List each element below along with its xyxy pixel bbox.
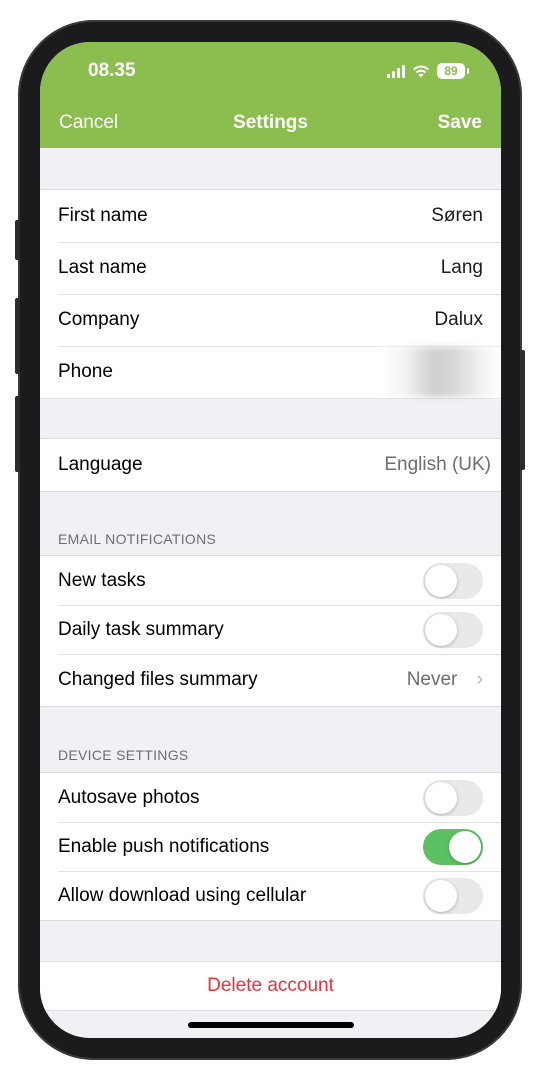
- cellular-download-label: Allow download using cellular: [58, 884, 307, 906]
- changed-files-label: Changed files summary: [58, 669, 258, 690]
- cellular-signal-icon: [387, 64, 405, 78]
- autosave-toggle[interactable]: [423, 779, 483, 816]
- toggle-knob: [425, 564, 457, 597]
- status-icons: 89: [387, 62, 469, 80]
- changed-files-row[interactable]: Changed files summary Never ›: [40, 654, 501, 706]
- phone-value-redacted: [381, 347, 501, 397]
- power-button: [520, 350, 525, 470]
- company-row[interactable]: Company Dalux: [40, 294, 501, 346]
- profile-group: First name Søren Last name Lang Company …: [40, 189, 501, 399]
- status-time: 08.35: [88, 60, 136, 81]
- toggle-knob: [449, 830, 481, 863]
- chevron-right-icon: ›: [476, 669, 483, 690]
- new-tasks-label: New tasks: [58, 569, 146, 591]
- device-settings-header: DEVICE SETTINGS: [58, 747, 189, 763]
- daily-summary-row: Daily task summary: [40, 605, 501, 654]
- daily-summary-label: Daily task summary: [58, 618, 224, 640]
- cellular-download-row: Allow download using cellular: [40, 871, 501, 920]
- battery-icon: 89: [437, 63, 469, 79]
- last-name-value: Lang: [440, 257, 483, 278]
- device-settings-group: Autosave photos Enable push notification…: [40, 772, 501, 921]
- volume-up-button: [15, 298, 20, 374]
- language-group: Language English (UK): [40, 438, 501, 492]
- push-notifications-row: Enable push notifications: [40, 822, 501, 871]
- language-row[interactable]: Language English (UK): [40, 439, 501, 491]
- company-value: Dalux: [434, 309, 483, 330]
- phone-row[interactable]: Phone: [40, 346, 501, 398]
- language-label: Language: [58, 454, 143, 475]
- wifi-icon: [413, 65, 429, 78]
- screen: 08.35 89 Cancel Settings Save First name…: [40, 42, 501, 1038]
- volume-down-button: [15, 396, 20, 472]
- last-name-row[interactable]: Last name Lang: [40, 242, 501, 294]
- email-notifications-header: EMAIL NOTIFICATIONS: [58, 531, 217, 547]
- save-button[interactable]: Save: [438, 112, 482, 134]
- new-tasks-toggle[interactable]: [423, 562, 483, 599]
- company-label: Company: [58, 309, 140, 330]
- push-notifications-label: Enable push notifications: [58, 835, 270, 857]
- header: 08.35 89 Cancel Settings Save: [40, 42, 501, 148]
- daily-summary-toggle[interactable]: [423, 611, 483, 648]
- phone-label: Phone: [58, 361, 113, 382]
- home-indicator: [188, 1022, 354, 1028]
- page-title: Settings: [233, 112, 308, 133]
- first-name-label: First name: [58, 205, 148, 226]
- changed-files-value: Never: [406, 669, 458, 690]
- last-name-label: Last name: [58, 257, 147, 278]
- mute-switch: [15, 220, 20, 260]
- first-name-row[interactable]: First name Søren: [40, 190, 501, 242]
- email-notifications-group: New tasks Daily task summary Changed fil…: [40, 555, 501, 707]
- language-value: English (UK): [384, 454, 491, 475]
- delete-account-button[interactable]: Delete account: [40, 962, 501, 1010]
- toggle-knob: [425, 879, 457, 912]
- delete-account-group: Delete account: [40, 961, 501, 1011]
- push-notifications-toggle[interactable]: [423, 828, 483, 865]
- cellular-download-toggle[interactable]: [423, 877, 483, 914]
- toggle-knob: [425, 613, 457, 646]
- first-name-value: Søren: [431, 205, 483, 226]
- new-tasks-row: New tasks: [40, 556, 501, 605]
- autosave-label: Autosave photos: [58, 786, 200, 808]
- toggle-knob: [425, 781, 457, 814]
- autosave-row: Autosave photos: [40, 773, 501, 822]
